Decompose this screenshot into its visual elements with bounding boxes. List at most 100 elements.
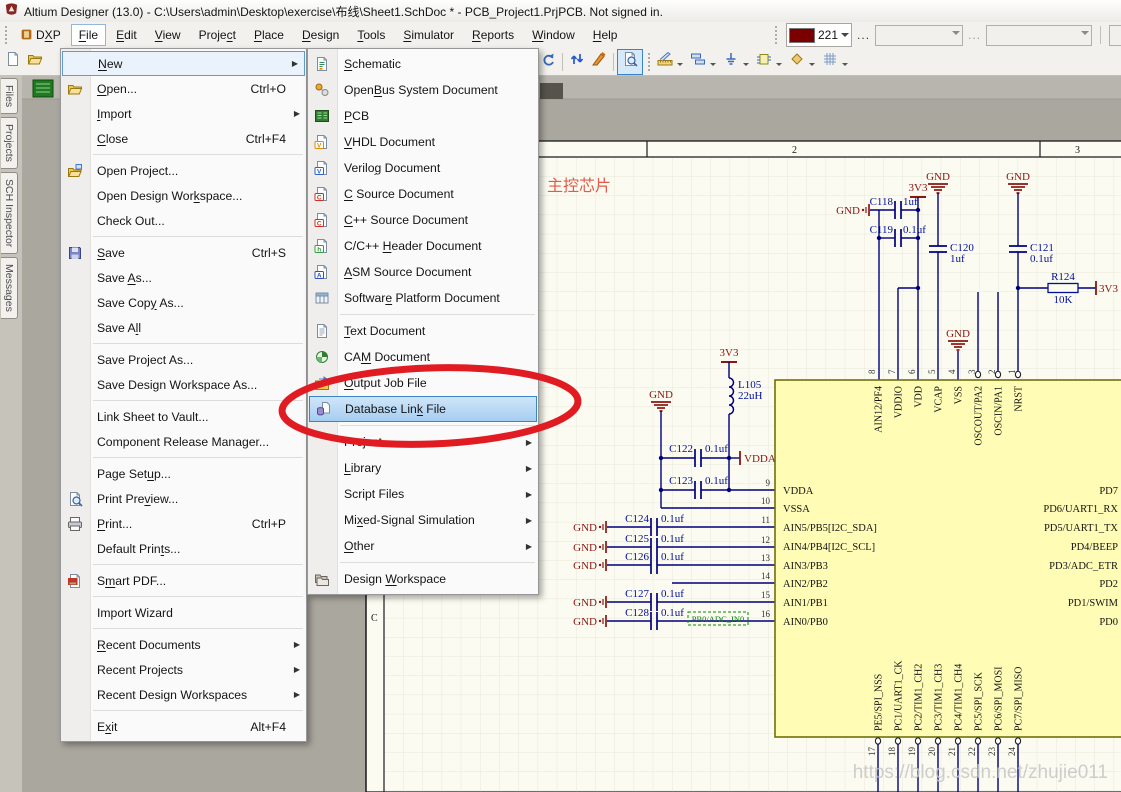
file-menu-item-recent-design-workspaces[interactable]: Recent Design Workspaces▶	[61, 682, 306, 707]
toolbar-grip[interactable]	[646, 53, 651, 71]
file-menu-item-print-preview[interactable]: Print Preview...	[61, 486, 306, 511]
chevron-down-icon[interactable]	[677, 63, 683, 69]
new-submenu-item-script-files[interactable]: Script Files▶	[308, 481, 538, 507]
file-menu-item-save-as[interactable]: Save As...	[61, 265, 306, 290]
menubar-dxp[interactable]: DXP	[12, 24, 69, 46]
file-menu-item-exit[interactable]: ExitAlt+F4	[61, 714, 306, 739]
menubar-reports[interactable]: Reports	[464, 24, 522, 46]
value: 22uH	[738, 390, 763, 402]
menubar-simulator[interactable]: Simulator	[395, 24, 462, 46]
file-menu-item-save-project-as[interactable]: Save Project As...	[61, 347, 306, 372]
vhdl-icon: V	[314, 134, 330, 150]
chevron-down-icon[interactable]	[743, 63, 749, 69]
new-submenu-item-pcb[interactable]: PCB	[308, 103, 538, 129]
file-menu-item-save[interactable]: SaveCtrl+S	[61, 240, 306, 265]
file-menu-item-save-design-workspace-as[interactable]: Save Design Workspace As...	[61, 372, 306, 397]
new-submenu-item-vhdl-document[interactable]: VVHDL Document	[308, 129, 538, 155]
menubar-place[interactable]: Place	[246, 24, 292, 46]
toolbar-grip[interactable]	[773, 26, 778, 44]
new-submenu-item-database-link-file[interactable]: Database Link File	[309, 396, 537, 422]
file-menu-item-save-all[interactable]: Save All	[61, 315, 306, 340]
file-menu-item-recent-documents[interactable]: Recent Documents▶	[61, 632, 306, 657]
highlight-brush-button[interactable]	[588, 51, 610, 73]
mcu-component[interactable]	[775, 380, 1121, 737]
chevron-down-icon[interactable]	[842, 63, 848, 69]
grid-tools-button[interactable]	[819, 51, 841, 73]
part-tools-button[interactable]	[753, 51, 775, 73]
wiring-tools-button[interactable]	[654, 51, 676, 73]
file-menu-item-import[interactable]: Import▶	[61, 101, 306, 126]
toolbar-combo-3[interactable]	[1109, 25, 1121, 46]
color-picker[interactable]: 221	[786, 23, 852, 47]
panel-tab-files[interactable]: Files	[1, 78, 18, 114]
new-submenu-item-design-workspace[interactable]: Design Workspace	[308, 566, 538, 592]
menubar-file[interactable]: File	[71, 24, 106, 46]
bus-tools-button[interactable]	[687, 51, 709, 73]
chevron-down-icon[interactable]	[841, 33, 849, 41]
file-menu-item-default-prints[interactable]: Default Prints...	[61, 536, 306, 561]
file-menu-item-recent-projects[interactable]: Recent Projects▶	[61, 657, 306, 682]
file-menu-item-smart-pdf[interactable]: Smart PDF...	[61, 568, 306, 593]
more-colors-button[interactable]: ...	[857, 28, 870, 42]
toolbar-combo-1[interactable]	[875, 25, 963, 46]
net-label-gnd: GND	[926, 171, 950, 183]
new-submenu-item-cam-document[interactable]: CAM Document	[308, 344, 538, 370]
new-submenu-item-text-document[interactable]: Text Document	[308, 318, 538, 344]
open-folder-button[interactable]	[24, 51, 46, 73]
menubar-project[interactable]: Project	[191, 24, 244, 46]
file-menu-item-open[interactable]: Open...Ctrl+O	[61, 76, 306, 101]
new-document-button[interactable]	[2, 51, 24, 73]
new-submenu-item-other[interactable]: Other▶	[308, 533, 538, 559]
file-menu-item-page-setup[interactable]: Page Setup...	[61, 461, 306, 486]
document-zoom-button[interactable]	[617, 49, 643, 75]
new-submenu-item-c-source-document[interactable]: CC++ Source Document	[308, 207, 538, 233]
panel-tab-messages[interactable]: Messages	[1, 257, 18, 319]
file-menu-item-check-out[interactable]: Check Out...	[61, 208, 306, 233]
file-menu-item-new[interactable]: New▶	[62, 51, 305, 76]
chevron-down-icon[interactable]	[1081, 31, 1089, 39]
file-menu-item-import-wizard[interactable]: Import Wizard	[61, 600, 306, 625]
pin-number: 6	[907, 369, 917, 374]
net-label-tools-button[interactable]	[786, 51, 808, 73]
new-submenu-item-openbus-system-document[interactable]: OpenBus System Document	[308, 77, 538, 103]
new-submenu-item-schematic[interactable]: Schematic	[308, 51, 538, 77]
new-submenu-item-c-source-document[interactable]: CC Source Document	[308, 181, 538, 207]
panel-tab-sch-inspector[interactable]: SCH Inspector	[1, 172, 18, 254]
menubar-design[interactable]: Design	[294, 24, 347, 46]
file-menu-item-open-project[interactable]: Open Project...	[61, 158, 306, 183]
menu-item-label: Verilog Document	[344, 161, 518, 175]
new-submenu-item-output-job-file[interactable]: Output Job File	[308, 370, 538, 396]
chip-pin-name: PD2	[1099, 579, 1118, 590]
menubar-help[interactable]: Help	[585, 24, 626, 46]
file-menu-item-save-copy-as[interactable]: Save Copy As...	[61, 290, 306, 315]
value: 0.1uf	[661, 551, 684, 563]
new-submenu-item-software-platform-document[interactable]: Software Platform Document	[308, 285, 538, 311]
menubar-tools[interactable]: Tools	[349, 24, 393, 46]
file-menu-item-component-release-manager[interactable]: Component Release Manager...	[61, 429, 306, 454]
menubar-edit[interactable]: Edit	[108, 24, 145, 46]
file-menu-item-print[interactable]: Print...Ctrl+P	[61, 511, 306, 536]
new-submenu-item-library[interactable]: Library▶	[308, 455, 538, 481]
directional-wires-button[interactable]	[566, 51, 588, 73]
new-submenu-item-asm-source-document[interactable]: AASM Source Document	[308, 259, 538, 285]
toolbar-combo-2[interactable]	[986, 25, 1092, 46]
redo-button[interactable]	[537, 51, 559, 73]
new-submenu-item-mixed-signal-simulation[interactable]: Mixed-Signal Simulation▶	[308, 507, 538, 533]
new-submenu-popup: SchematicOpenBus System DocumentPCBVVHDL…	[307, 48, 539, 595]
chevron-down-icon[interactable]	[710, 63, 716, 69]
panel-tab-projects[interactable]: Projects	[1, 117, 18, 169]
new-submenu-item-verilog-document[interactable]: VVerilog Document	[308, 155, 538, 181]
more-button[interactable]: ...	[968, 28, 981, 42]
file-menu-item-close[interactable]: CloseCtrl+F4	[61, 126, 306, 151]
file-menu-item-link-sheet-to-vault[interactable]: Link Sheet to Vault...	[61, 404, 306, 429]
toolbar-grip[interactable]	[3, 26, 8, 44]
power-port-tools-button[interactable]	[720, 51, 742, 73]
chevron-down-icon[interactable]	[952, 31, 960, 39]
menubar-view[interactable]: View	[147, 24, 189, 46]
file-menu-item-open-design-workspace[interactable]: Open Design Workspace...	[61, 183, 306, 208]
new-submenu-item-project[interactable]: Project▶	[308, 429, 538, 455]
chevron-down-icon[interactable]	[809, 63, 815, 69]
chevron-down-icon[interactable]	[776, 63, 782, 69]
new-submenu-item-c-c-header-document[interactable]: hC/C++ Header Document	[308, 233, 538, 259]
menubar-window[interactable]: Window	[524, 24, 583, 46]
